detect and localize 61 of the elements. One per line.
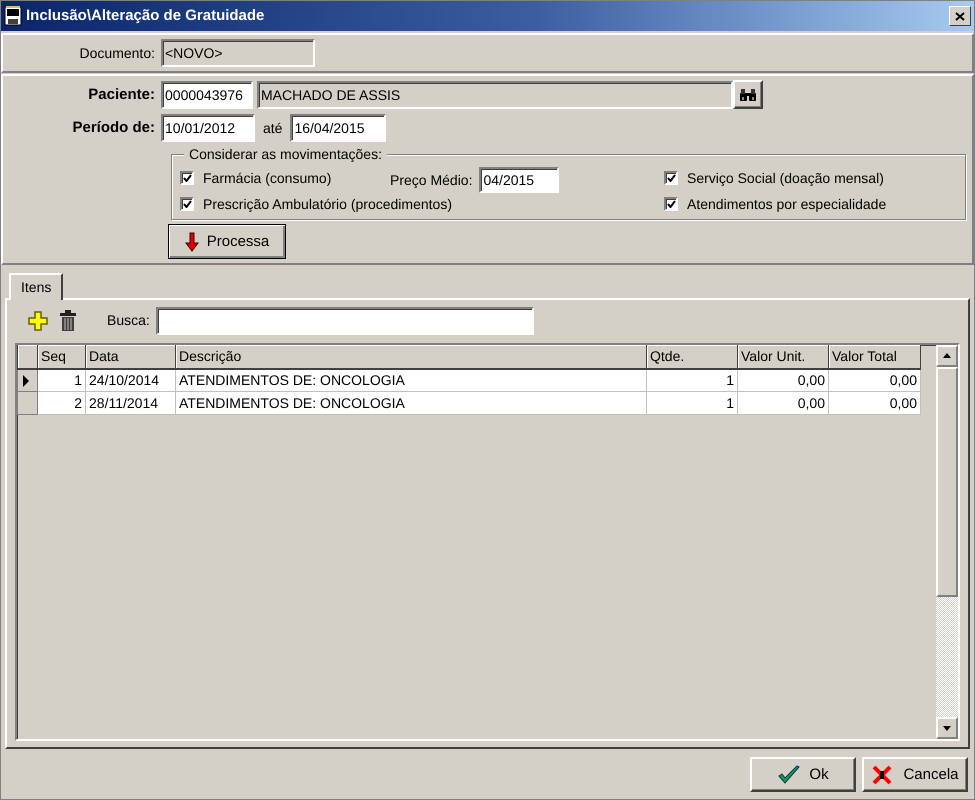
- column-header[interactable]: Seq: [38, 344, 86, 369]
- patient-code-field[interactable]: 0000043976: [161, 80, 253, 108]
- month-field[interactable]: 04/2015: [479, 167, 560, 193]
- app-icon: [4, 6, 22, 26]
- checkbox-label[interactable]: Serviço Social (doação mensal): [687, 170, 884, 186]
- field-label: até: [263, 120, 282, 136]
- table-cell: 2: [38, 392, 86, 415]
- plus-icon[interactable]: [27, 310, 49, 332]
- end-date-field[interactable]: 16/04/2015: [290, 114, 386, 142]
- scroll-down-button[interactable]: [936, 717, 958, 739]
- document-field[interactable]: <NOVO>: [161, 39, 315, 67]
- field-label: Preço Médio:: [390, 172, 472, 188]
- table-cell: 0,00: [738, 392, 828, 415]
- patient-name-field[interactable]: MACHADO DE ASSIS: [257, 80, 733, 108]
- table-cell: 28/11/2014: [86, 392, 176, 415]
- check-icon: [777, 764, 802, 786]
- checkbox-label[interactable]: Atendimentos por especialidade: [687, 196, 886, 212]
- search-button[interactable]: [733, 80, 763, 109]
- start-date-field[interactable]: 10/01/2012: [161, 114, 255, 142]
- column-header[interactable]: Data: [86, 344, 176, 369]
- table-cell: 0,00: [738, 368, 828, 392]
- checkbox-label[interactable]: Farmácia (consumo): [203, 170, 332, 186]
- window-title: Inclusão\Alteração de Gratuidade: [26, 7, 264, 25]
- close-button[interactable]: [949, 6, 971, 26]
- column-header[interactable]: Descrição: [176, 344, 646, 369]
- tab[interactable]: Itens: [9, 273, 64, 300]
- field-label: Paciente:: [87, 86, 156, 104]
- table-cell: 1: [646, 392, 738, 415]
- row-pointer-icon: [22, 374, 30, 388]
- search-field[interactable]: [156, 306, 534, 335]
- column-header[interactable]: Valor Total: [828, 344, 920, 369]
- cancel-button[interactable]: Cancela: [862, 757, 968, 792]
- table-cell: ATENDIMENTOS DE: ONCOLOGIA: [176, 392, 646, 415]
- field-label: Período de:: [71, 119, 156, 137]
- column-header[interactable]: Qtde.: [646, 344, 738, 369]
- checkbox[interactable]: [180, 197, 194, 211]
- close-icon: [955, 12, 965, 20]
- field-label: Busca:: [107, 312, 150, 330]
- table-cell: 1: [646, 368, 738, 392]
- row-indicator[interactable]: [18, 368, 38, 392]
- checkbox[interactable]: [664, 197, 678, 211]
- table-cell: 0,00: [828, 368, 920, 392]
- scrollbar-thumb[interactable]: [936, 366, 958, 597]
- field-label: Documento:: [78, 44, 156, 62]
- table-cell: 0,00: [828, 392, 920, 415]
- checkbox[interactable]: [180, 171, 194, 185]
- group-title: Considerar as movimentações:: [184, 146, 387, 163]
- scroll-up-button[interactable]: [936, 344, 958, 367]
- arrow-down-icon: [943, 726, 951, 730]
- ok-button[interactable]: Ok: [750, 757, 856, 792]
- table-cell: ATENDIMENTOS DE: ONCOLOGIA: [176, 368, 646, 392]
- table-cell: 24/10/2014: [86, 368, 176, 392]
- checkbox-label[interactable]: Prescrição Ambulatório (procedimentos): [203, 196, 452, 212]
- column-header[interactable]: Valor Unit.: [738, 344, 828, 369]
- scrollbar-track[interactable]: [936, 366, 958, 717]
- arrow-up-icon: [943, 353, 951, 358]
- trash-icon[interactable]: [59, 310, 77, 332]
- binoculars-icon: [739, 88, 757, 102]
- arrow-down-icon: [184, 232, 199, 252]
- process-button[interactable]: Processa: [168, 224, 286, 259]
- checkbox[interactable]: [664, 171, 678, 185]
